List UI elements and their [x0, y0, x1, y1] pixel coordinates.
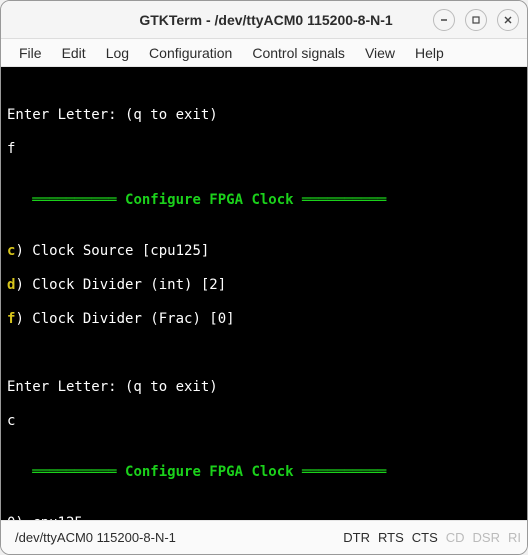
titlebar: GTKTerm - /dev/ttyACM0 115200-8-N-1	[1, 1, 527, 39]
term-header: ══════════ Configure FPGA Clock ════════…	[7, 192, 521, 209]
signal-cts: CTS	[412, 530, 438, 545]
window-controls	[433, 9, 519, 31]
menu-edit[interactable]: Edit	[54, 43, 94, 63]
maximize-button[interactable]	[465, 9, 487, 31]
signal-cd: CD	[446, 530, 465, 545]
term-option-d: d) Clock Divider (int) [2]	[7, 277, 521, 294]
window-title: GTKTerm - /dev/ttyACM0 115200-8-N-1	[99, 12, 433, 28]
gtkterm-window: GTKTerm - /dev/ttyACM0 115200-8-N-1 File…	[0, 0, 528, 555]
menu-control-signals[interactable]: Control signals	[244, 43, 353, 63]
status-port: /dev/ttyACM0 115200-8-N-1	[15, 530, 176, 545]
signal-rts[interactable]: RTS	[378, 530, 404, 545]
term-option-c: c) Clock Source [cpu125]	[7, 243, 521, 260]
menu-configuration[interactable]: Configuration	[141, 43, 240, 63]
term-header: ══════════ Configure FPGA Clock ════════…	[7, 464, 521, 481]
signal-indicators: DTR RTS CTS CD DSR RI	[343, 530, 521, 545]
term-line: f	[7, 141, 521, 158]
signal-dsr: DSR	[473, 530, 500, 545]
term-option-f: f) Clock Divider (Frac) [0]	[7, 311, 521, 328]
menu-view[interactable]: View	[357, 43, 403, 63]
minimize-button[interactable]	[433, 9, 455, 31]
term-line: Enter Letter: (q to exit)	[7, 379, 521, 396]
terminal-output[interactable]: Enter Letter: (q to exit) f ══════════ C…	[1, 67, 527, 520]
menu-file[interactable]: File	[11, 43, 50, 63]
signal-dtr[interactable]: DTR	[343, 530, 370, 545]
statusbar: /dev/ttyACM0 115200-8-N-1 DTR RTS CTS CD…	[1, 520, 527, 554]
menubar: File Edit Log Configuration Control sign…	[1, 39, 527, 67]
close-button[interactable]	[497, 9, 519, 31]
menu-help[interactable]: Help	[407, 43, 452, 63]
menu-log[interactable]: Log	[98, 43, 137, 63]
term-line: Enter Letter: (q to exit)	[7, 107, 521, 124]
term-line: c	[7, 413, 521, 430]
signal-ri: RI	[508, 530, 521, 545]
